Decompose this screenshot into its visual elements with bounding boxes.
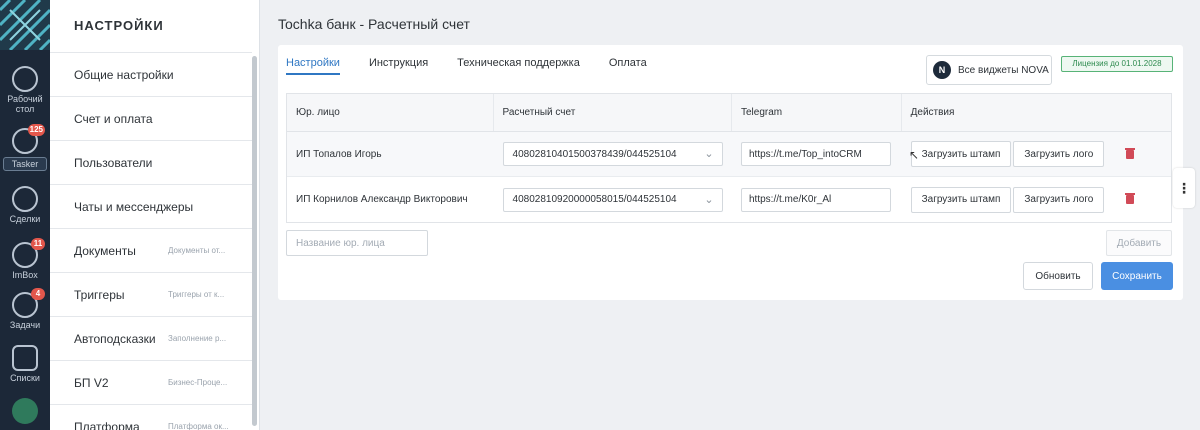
page-title: Tochka банк - Расчетный счет [278,16,470,32]
rail-item-lists[interactable]: Списки [0,345,50,383]
check-icon: 4 [12,288,45,318]
account-select[interactable]: 40802810920000058015/044525104 ⌄ [502,187,723,212]
settings-menu: Общие настройки Счет и оплата Пользовате… [50,52,252,430]
account-select[interactable]: 40802810401500378439/044525104 ⌄ [502,142,723,166]
sidebar-item-hint: Заполнение р... [168,334,227,343]
delete-icon[interactable] [1125,147,1136,159]
sidebar-item-autohints[interactable]: Автоподсказки Заполнение р... [50,316,252,360]
tab-payment[interactable]: Оплата [609,57,647,75]
delete-icon[interactable] [1125,193,1136,204]
mouse-cursor-icon: ↖ [909,148,920,162]
header-actions: Действия [910,107,955,118]
all-widgets-label: Все виджеты NOVA [958,64,1049,76]
telegram-cell [732,132,902,176]
rail-item-dashboard[interactable]: Рабочий стол [0,66,50,114]
sidebar-item-label: Документы [74,243,136,258]
tasks-badge: 4 [31,288,45,300]
sidebar-item-label: Автоподсказки [74,331,156,346]
entity-name-input[interactable] [286,230,428,256]
account-cell: 40802810920000058015/044525104 ⌄ [494,177,732,222]
actions-cell: Загрузить штамп Загрузить лого [902,177,1171,222]
tasker-badge: 125 [27,124,45,136]
sidebar-item-documents[interactable]: Документы Документы от... [50,228,252,272]
settings-sidebar: НАСТРОЙКИ Общие настройки Счет и оплата … [50,0,260,430]
sidebar-item-users[interactable]: Пользователи [50,140,252,184]
sidebar-scrollbar[interactable] [252,56,257,426]
app-rail: Рабочий стол 125 Tasker Сделки 11 ImBox … [0,0,50,430]
whatsapp-icon[interactable] [12,398,38,424]
sidebar-item-triggers[interactable]: Триггеры Триггеры от к... [50,272,252,316]
telegram-cell [732,177,902,222]
sidebar-item-label: Чаты и мессенджеры [74,199,194,214]
all-widgets-button[interactable]: N Все виджеты NOVA [926,55,1052,85]
sidebar-item-general[interactable]: Общие настройки [50,52,252,96]
chevron-down-icon: ⌄ [704,148,714,160]
rail-label: Рабочий стол [7,94,43,114]
rail-item-imbox[interactable]: 11 ImBox [0,238,50,280]
rail-label: Сделки [9,214,41,224]
header-entity: Юр. лицо [287,94,494,131]
logo-pattern-icon [0,0,50,50]
gauge-icon [12,66,38,92]
sidebar-item-hint: Бизнес-Проце... [168,378,228,387]
header-telegram: Telegram [732,94,902,131]
sidebar-item-label: БП V2 [74,375,109,390]
upload-logo-button[interactable]: Загрузить лого [1013,186,1105,213]
settings-card: Настройки Инструкция Техническая поддерж… [278,45,1183,300]
table-row: ИП Корнилов Александр Викторович 4080281… [287,177,1171,222]
rail-item-tasker[interactable]: Tasker [3,157,47,171]
tab-support[interactable]: Техническая поддержка [457,57,580,75]
entity-name: ИП Корнилов Александр Викторович [296,194,468,205]
sidebar-item-hint: Платформа ок... [168,422,228,430]
sidebar-item-chats[interactable]: Чаты и мессенджеры [50,184,252,228]
tab-bar: Настройки Инструкция Техническая поддерж… [286,57,676,75]
dollar-icon [12,186,38,212]
rail-item-tasker-icon[interactable]: 125 [0,124,50,156]
sidebar-item-label: Пользователи [74,155,153,170]
upload-stamp-button[interactable]: Загрузить штамп [910,186,1012,213]
app-logo[interactable] [0,0,50,50]
legal-entities-table: Юр. лицо Расчетный счет Telegram Действи… [286,93,1172,223]
chat-icon: 11 [12,238,45,268]
actions-cell: Загрузить штамп Загрузить лого [902,132,1171,176]
upload-logo-button[interactable]: Загрузить лого [1013,141,1105,167]
upload-stamp-button[interactable]: Загрузить штамп [910,141,1012,167]
sidebar-item-billing[interactable]: Счет и оплата [50,96,252,140]
sidebar-item-hint: Триггеры от к... [168,290,225,299]
account-cell: 40802810401500378439/044525104 ⌄ [494,132,732,176]
list-icon [12,345,38,371]
sidebar-item-hint: Документы от... [168,246,226,255]
save-button[interactable]: Сохранить [1101,262,1173,290]
sidebar-item-label: Платформа [74,419,140,430]
rail-label: Списки [10,373,40,383]
account-value: 40802810920000058015/044525104 [512,194,677,205]
rail-item-deals[interactable]: Сделки [0,186,50,224]
tab-settings[interactable]: Настройки [286,57,340,75]
sidebar-item-label: Общие настройки [74,67,174,82]
chevron-down-icon: ⌄ [704,193,714,206]
telegram-input[interactable] [740,142,891,166]
table-header: Юр. лицо Расчетный счет Telegram Действи… [287,94,1171,132]
rail-item-tasks[interactable]: 4 Задачи [0,288,50,330]
more-options-icon[interactable]: ⋮ [1173,168,1195,208]
refresh-button[interactable]: Обновить [1023,262,1093,290]
telegram-input[interactable] [740,187,891,212]
sidebar-item-label: Триггеры [74,287,125,302]
sidebar-title: НАСТРОЙКИ [74,18,164,33]
account-value: 40802810401500378439/044525104 [512,148,677,160]
sidebar-item-label: Счет и оплата [74,111,153,126]
license-badge: Лицензия до 01.01.2028 [1061,56,1173,72]
imbox-badge: 11 [31,238,45,250]
add-button[interactable]: Добавить [1106,230,1172,256]
entity-name: ИП Топалов Игорь [296,148,382,160]
rail-label: Задачи [9,320,41,330]
table-row: ИП Топалов Игорь 40802810401500378439/04… [287,132,1171,177]
header-account: Расчетный счет [494,94,732,131]
rail-label: ImBox [12,270,38,280]
grid-icon: 125 [12,124,45,154]
sidebar-item-bp-v2[interactable]: БП V2 Бизнес-Проце... [50,360,252,404]
tab-instructions[interactable]: Инструкция [369,57,428,75]
sidebar-item-platform[interactable]: Платформа Платформа ок... [50,404,252,430]
nova-logo-icon: N [933,61,951,79]
